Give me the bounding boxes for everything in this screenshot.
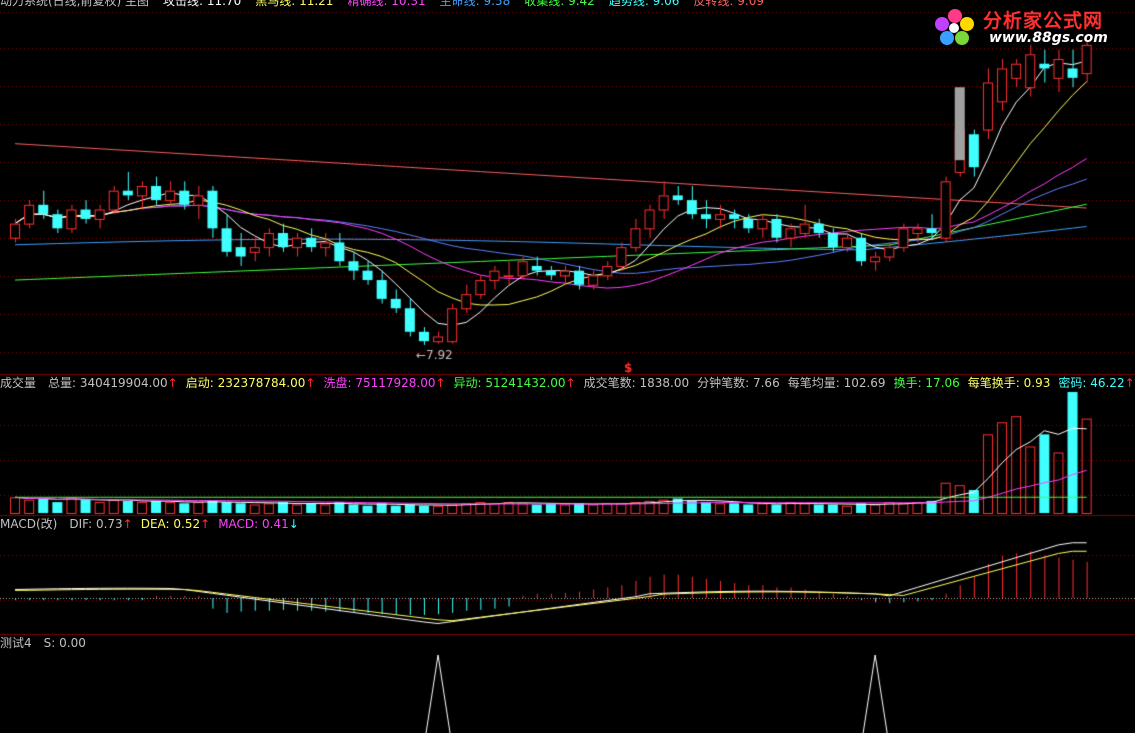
legend-item: 生命线: 9.58 xyxy=(439,0,511,8)
arrow-up-icon: ↑ xyxy=(167,376,178,390)
indicator-number: 102.69 xyxy=(843,376,886,390)
indicator-value: MACD: 0.41↓ xyxy=(218,517,299,531)
indicator-label: 每笔均量: xyxy=(787,376,844,390)
indicator-number: 17.06 xyxy=(925,376,960,390)
indicator-value: S: 0.00 xyxy=(44,636,86,650)
legend-item: 趋势线: 9.06 xyxy=(608,0,680,8)
macd-panel-header: MACD(改) DIF: 0.73↑ DEA: 0.52↑ MACD: 0.41↓ xyxy=(0,516,307,532)
arrow-up-icon: ↑ xyxy=(1124,376,1135,390)
indicator-number: 0.93 xyxy=(1023,376,1051,390)
indicator-label: 洗盘: xyxy=(323,376,356,390)
indicator-number: 75117928.00 xyxy=(355,376,436,390)
indicator-number: 0.73 xyxy=(95,517,123,531)
indicator-label: 密码: xyxy=(1058,376,1091,390)
indicator-value: 成交笔数: 1838.00 xyxy=(584,376,689,390)
legend-item: 精确线: 10.31 xyxy=(347,0,426,8)
indicator-value: 密码: 46.22↑ xyxy=(1058,376,1134,390)
legend-item: 攻击线: 11.70 xyxy=(163,0,242,8)
watermark-url: www.88gs.com xyxy=(989,30,1108,46)
indicator-value: DIF: 0.73↑ xyxy=(69,517,132,531)
indicator-number: 46.22 xyxy=(1090,376,1125,390)
indicator-value: 换手: 17.06 xyxy=(894,376,960,390)
indicator-label: MACD: xyxy=(218,517,263,531)
watermark: 分析家公式网 www.88gs.com xyxy=(929,4,1129,50)
indicator-number: 7.66 xyxy=(752,376,780,390)
indicator-number: 232378784.00 xyxy=(217,376,306,390)
panel-name: 测试4 xyxy=(0,636,32,650)
indicator-label: 成交笔数: xyxy=(583,376,640,390)
arrow-up-icon: ↑ xyxy=(435,376,446,390)
indicator-label: DEA: xyxy=(140,517,174,531)
indicator-value: 每笔均量: 102.69 xyxy=(788,376,886,390)
flower-logo-icon xyxy=(935,9,974,45)
indicator-value: 分钟笔数: 7.66 xyxy=(697,376,780,390)
arrow-down-icon: ↓ xyxy=(288,517,299,531)
arrow-up-icon: ↑ xyxy=(200,517,211,531)
indicator-label: DIF: xyxy=(69,517,96,531)
watermark-title: 分析家公式网 xyxy=(983,10,1104,32)
indicator-value: 洗盘: 75117928.00↑ xyxy=(323,376,445,390)
indicator-number: 340419904.00 xyxy=(79,376,168,390)
indicator-label: 换手: xyxy=(893,376,926,390)
arrow-up-icon: ↑ xyxy=(122,517,133,531)
panel-name: MACD(改) xyxy=(0,517,58,531)
indicator-label: 异动: xyxy=(453,376,486,390)
indicator-value: 每笔换手: 0.93 xyxy=(968,376,1051,390)
indicator-label: 分钟笔数: xyxy=(697,376,753,390)
indicator-value: DEA: 0.52↑ xyxy=(141,517,210,531)
indicator-value: 总量: 340419904.00↑ xyxy=(48,376,178,390)
test-panel-header: 测试4 S: 0.00 xyxy=(0,635,94,651)
chart-canvas[interactable] xyxy=(0,0,1135,733)
panel-name: 成交量 xyxy=(0,376,37,390)
indicator-value: 异动: 51241432.00↑ xyxy=(454,376,576,390)
arrow-up-icon: ↑ xyxy=(305,376,316,390)
indicator-label: 每笔换手: xyxy=(967,376,1024,390)
legend-item: 收集线: 9.42 xyxy=(524,0,595,8)
indicator-number: 1838.00 xyxy=(639,376,690,390)
indicator-number: 0.52 xyxy=(173,517,201,531)
indicator-label: S: xyxy=(43,636,60,650)
legend-item: 黑马线: 11.21 xyxy=(255,0,334,8)
indicator-number: 0.41 xyxy=(262,517,289,531)
legend-item: 动力系统(日线,前复权) 主图 xyxy=(0,0,149,8)
indicator-label: 启动: xyxy=(185,376,218,390)
volume-panel-header: 成交量 总量: 340419904.00↑ 启动: 232378784.00↑ 洗盘:… xyxy=(0,375,1135,391)
price-panel-legend: 动力系统(日线,前复权) 主图 攻击线: 11.70 黑马线: 11.21 精确线: … xyxy=(0,0,940,8)
indicator-number: 0.00 xyxy=(59,636,86,650)
legend-item: 反转线: 9.09 xyxy=(693,0,764,8)
indicator-label: 总量: xyxy=(48,376,80,390)
indicator-value: 启动: 232378784.00↑ xyxy=(186,376,316,390)
indicator-number: 51241432.00 xyxy=(485,376,566,390)
arrow-up-icon: ↑ xyxy=(565,376,576,390)
